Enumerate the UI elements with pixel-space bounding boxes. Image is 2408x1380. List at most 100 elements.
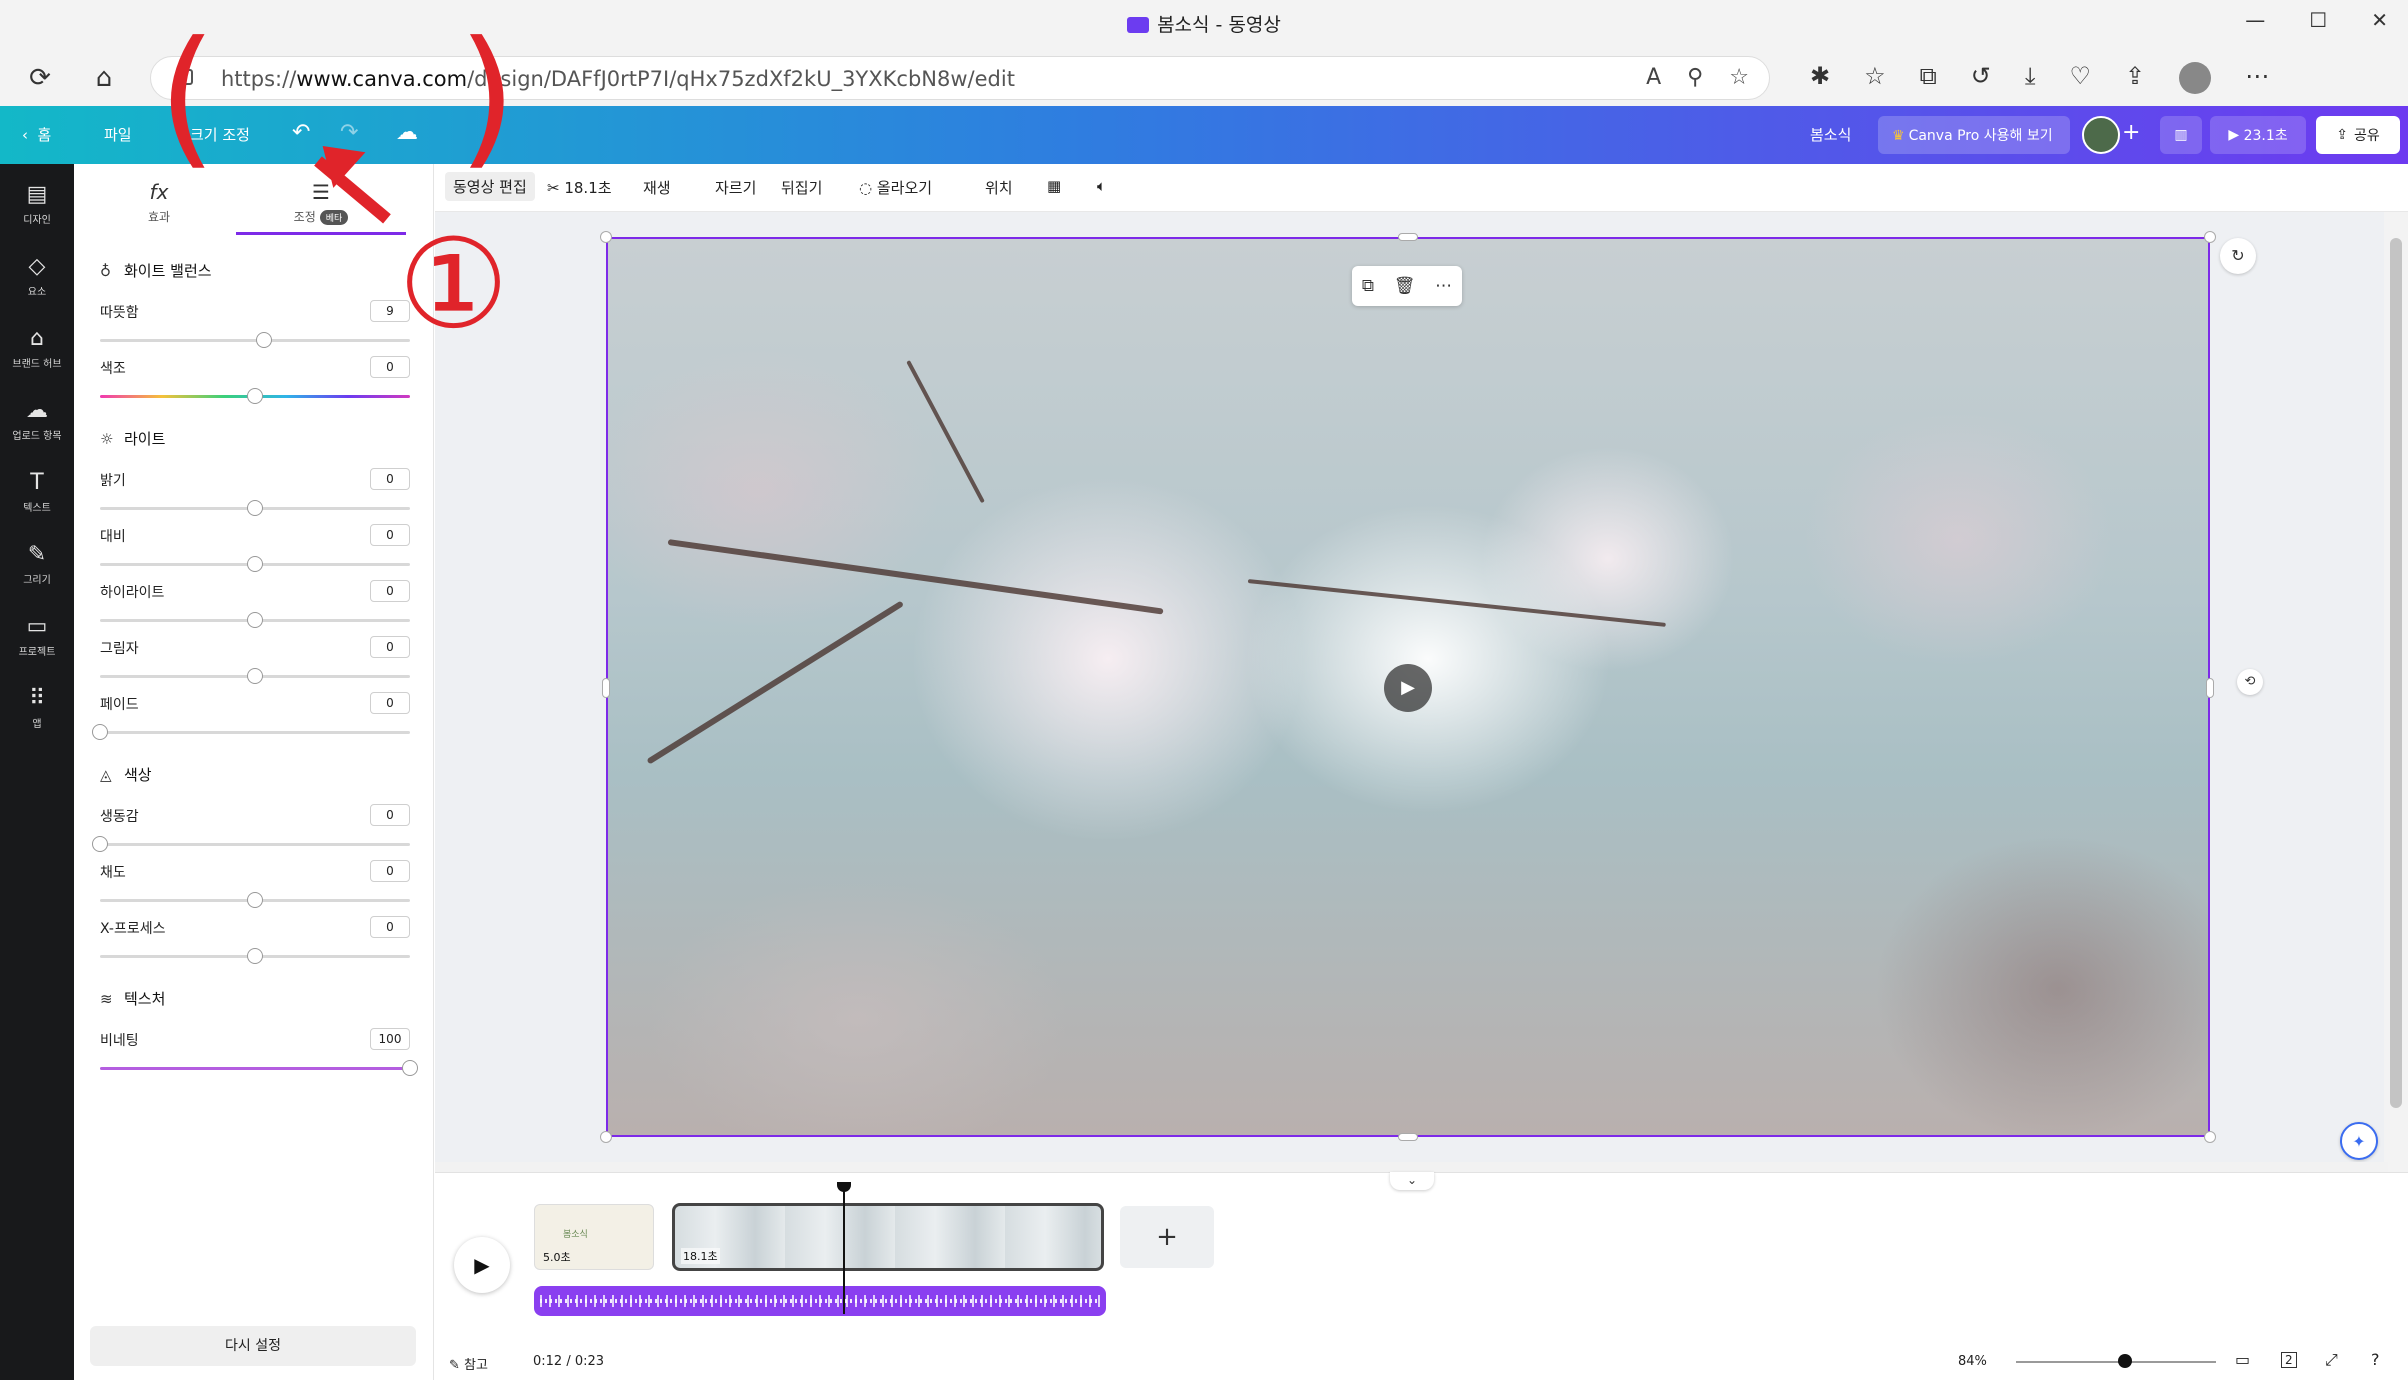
trash-icon[interactable]: 🗑︎: [1394, 276, 1416, 296]
fade-value[interactable]: 0: [370, 692, 410, 714]
close-icon[interactable]: ✕: [2371, 8, 2388, 32]
minimize-icon[interactable]: —: [2245, 8, 2265, 32]
zoom-slider-thumb[interactable]: [2118, 1354, 2132, 1368]
refresh-icon[interactable]: ⟳: [20, 58, 60, 98]
zoom-slider[interactable]: [2016, 1361, 2216, 1363]
scrollbar-thumb[interactable]: [2390, 238, 2402, 1108]
fullscreen-icon[interactable]: ⤢: [2325, 1350, 2338, 1370]
brightness-slider-thumb[interactable]: [247, 500, 263, 516]
present-button[interactable]: ▶ 23.1초: [2210, 116, 2306, 154]
vibrance-slider[interactable]: [92, 836, 410, 852]
resize-handle[interactable]: [1398, 233, 1418, 241]
crop-button[interactable]: 자르기: [715, 177, 756, 198]
collapse-timeline-icon[interactable]: ⌄: [1390, 1172, 1434, 1190]
rail-apps[interactable]: ⠿ 앱: [0, 680, 74, 750]
maximize-icon[interactable]: ☐: [2309, 8, 2327, 32]
playback-button[interactable]: 재생: [643, 177, 671, 198]
back-home-button[interactable]: ‹ 홈: [22, 124, 51, 145]
share-page-icon[interactable]: ⇪: [2125, 62, 2145, 94]
more-options-icon[interactable]: ⋯: [1435, 276, 1452, 296]
audio-track[interactable]: [534, 1286, 1106, 1316]
home-icon[interactable]: ⌂: [84, 58, 124, 98]
shadows-value[interactable]: 0: [370, 636, 410, 658]
xprocess-slider-thumb[interactable]: [247, 948, 263, 964]
browser-essentials-icon[interactable]: ♡: [2069, 62, 2091, 94]
undo-icon[interactable]: ↶: [292, 120, 310, 145]
resize-handle[interactable]: [2206, 678, 2214, 698]
page-view-icon[interactable]: ▭: [2235, 1350, 2250, 1369]
flip-button[interactable]: 뒤집기: [781, 177, 822, 198]
add-collaborator-icon[interactable]: +: [2122, 120, 2140, 145]
resize-handle[interactable]: [2204, 1131, 2216, 1143]
comment-icon[interactable]: ↻: [2220, 238, 2256, 274]
animate-button[interactable]: ◌ 올라오기: [859, 177, 932, 198]
vignette-slider-thumb[interactable]: [402, 1060, 418, 1076]
notes-button[interactable]: ✎ 참고: [449, 1354, 488, 1373]
add-favorite-icon[interactable]: ☆: [1729, 65, 1749, 90]
zoom-percentage[interactable]: 84%: [1958, 1354, 1987, 1369]
vignette-slider[interactable]: [100, 1060, 418, 1076]
brightness-value[interactable]: 0: [370, 468, 410, 490]
share-button[interactable]: ⇪ 공유: [2316, 116, 2400, 154]
zoom-out-icon[interactable]: ⚲: [1687, 65, 1703, 90]
contrast-slider-thumb[interactable]: [247, 556, 263, 572]
timeline-play-button[interactable]: ▶: [454, 1237, 510, 1293]
fade-slider[interactable]: [92, 724, 410, 740]
downloads-icon[interactable]: ⤓: [2025, 62, 2036, 94]
resize-handle[interactable]: [602, 678, 610, 698]
magic-assistant-icon[interactable]: ✦: [2340, 1122, 2378, 1160]
contrast-slider[interactable]: [100, 556, 410, 572]
try-pro-button[interactable]: ♛ Canva Pro 사용해 보기: [1878, 116, 2070, 154]
warmth-slider[interactable]: [100, 332, 410, 348]
address-bar[interactable]: https://www.canva.com/design/DAFfJ0rtP7I…: [150, 56, 1770, 100]
user-avatar[interactable]: [2082, 116, 2120, 154]
read-aloud-icon[interactable]: A: [1646, 65, 1661, 90]
cloud-save-icon[interactable]: ☁: [396, 120, 418, 145]
xprocess-value[interactable]: 0: [370, 916, 410, 938]
tint-slider-thumb[interactable]: [247, 388, 263, 404]
favorites-icon[interactable]: ☆: [1864, 62, 1886, 94]
resize-handle[interactable]: [1398, 1133, 1418, 1141]
tint-slider[interactable]: [100, 388, 410, 404]
collections-icon[interactable]: ⧉: [1920, 62, 1937, 94]
vibrance-value[interactable]: 0: [370, 804, 410, 826]
tab-effects[interactable]: fx 효과: [74, 180, 244, 225]
url-text[interactable]: https://www.canva.com/design/DAFfJ0rtP7I…: [221, 67, 1015, 91]
volume-icon[interactable]: 🔈︎: [1097, 177, 1106, 195]
shadows-slider-thumb[interactable]: [247, 668, 263, 684]
timeline-clip-1[interactable]: 봄소식 5.0초: [534, 1204, 654, 1270]
resize-handle[interactable]: [2204, 231, 2216, 243]
more-menu-icon[interactable]: ⋯: [2245, 62, 2269, 94]
project-name[interactable]: 봄소식: [1810, 124, 1851, 145]
playhead[interactable]: [843, 1186, 845, 1314]
reset-button[interactable]: 다시 설정: [90, 1326, 416, 1366]
rail-design[interactable]: ▤ 디자인: [0, 176, 74, 246]
extensions-icon[interactable]: ✱: [1810, 62, 1830, 94]
resize-handle[interactable]: [600, 231, 612, 243]
position-button[interactable]: 위치: [985, 177, 1013, 198]
history-icon[interactable]: ↺: [1971, 62, 1991, 94]
fade-slider-thumb[interactable]: [92, 724, 108, 740]
duplicate-icon[interactable]: ⧉: [1362, 276, 1374, 296]
page-count[interactable]: 2: [2281, 1352, 2297, 1368]
contrast-value[interactable]: 0: [370, 524, 410, 546]
help-icon[interactable]: ?: [2371, 1350, 2380, 1369]
shadows-slider[interactable]: [100, 668, 410, 684]
xprocess-slider[interactable]: [100, 948, 410, 964]
rail-text[interactable]: T 텍스트: [0, 464, 74, 534]
rail-elements[interactable]: ◇ 요소: [0, 248, 74, 318]
brightness-slider[interactable]: [100, 500, 410, 516]
trim-button[interactable]: ✂ 18.1초: [547, 177, 612, 198]
vertical-scrollbar[interactable]: [2384, 212, 2408, 1172]
add-page-button[interactable]: +: [1120, 1206, 1214, 1268]
resize-handle[interactable]: [600, 1131, 612, 1143]
saturation-value[interactable]: 0: [370, 860, 410, 882]
rotate-icon[interactable]: ⟲: [2237, 669, 2263, 695]
rail-brand[interactable]: ⌂ 브랜드 허브: [0, 320, 74, 390]
saturation-slider[interactable]: [100, 892, 410, 908]
timeline-clip-2[interactable]: 18.1초: [672, 1203, 1104, 1271]
vignette-value[interactable]: 100: [370, 1028, 410, 1050]
rail-uploads[interactable]: ☁ 업로드 항목: [0, 392, 74, 462]
insights-button[interactable]: ▥: [2160, 116, 2202, 154]
highlights-slider-thumb[interactable]: [247, 612, 263, 628]
